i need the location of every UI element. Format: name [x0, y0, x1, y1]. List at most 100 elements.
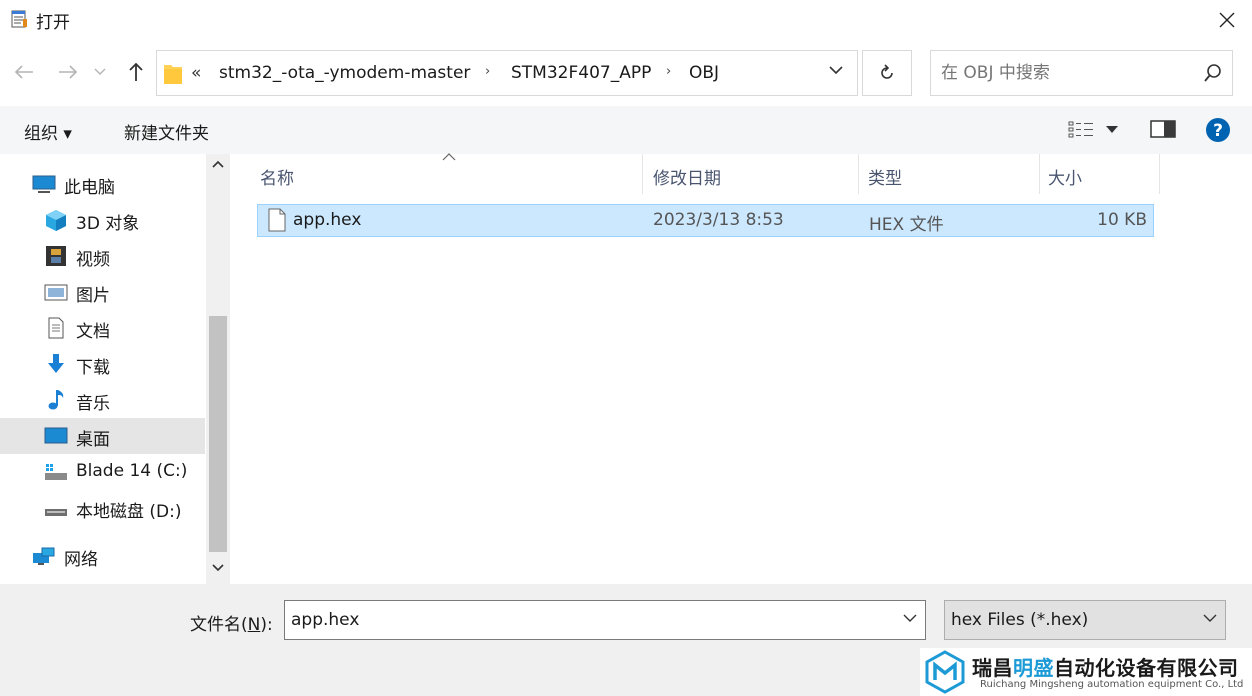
navigation-pane: 此电脑 3D 对象 视频 图片 文档 下载 音乐 桌面 Blade 14 (C:… — [0, 154, 230, 584]
refresh-icon — [881, 64, 893, 79]
watermark-company-name-en: Ruichang Mingsheng automation equipment … — [980, 679, 1244, 690]
organize-menu[interactable]: 组织 ▾ — [24, 119, 72, 144]
chevron-down-icon — [1203, 614, 1217, 622]
navigation-bar: « stm32_-ota_-ymodem-master › STM32F407_… — [0, 46, 1252, 98]
refresh-button[interactable] — [862, 50, 912, 96]
column-divider[interactable] — [1159, 154, 1160, 194]
column-divider[interactable] — [1039, 154, 1040, 194]
new-folder-button[interactable]: 新建文件夹 — [124, 119, 209, 144]
column-header-type[interactable]: 类型 — [868, 164, 902, 189]
company-logo-icon — [925, 650, 965, 694]
sidebar-item-label: 下载 — [76, 358, 110, 378]
watermark: 瑞昌明盛自动化设备有限公司 Ruichang Mingsheng automat… — [920, 648, 1252, 696]
system-drive-icon — [45, 464, 67, 480]
column-divider[interactable] — [642, 154, 643, 194]
recent-locations-button[interactable] — [92, 60, 108, 84]
arrow-up-icon — [129, 62, 143, 81]
filename-label: 文件名(N): — [190, 615, 273, 635]
sidebar-item-this-pc[interactable]: 此电脑 — [0, 166, 205, 202]
sidebar-item-drive-c[interactable]: Blade 14 (C:) — [0, 454, 205, 490]
column-header-modified[interactable]: 修改日期 — [653, 164, 721, 189]
sidebar-item-desktop[interactable]: 桌面 — [0, 418, 205, 454]
scrollbar-thumb[interactable] — [209, 316, 227, 552]
svg-text:?: ? — [1213, 121, 1223, 141]
sidebar-item-downloads[interactable]: 下载 — [0, 346, 205, 382]
column-header-size[interactable]: 大小 — [1048, 164, 1082, 189]
network-icon — [33, 547, 55, 565]
file-list: 名称 修改日期 类型 大小 app.hex 2023/3/13 8:53 HEX… — [230, 153, 1252, 584]
search-box[interactable] — [930, 50, 1233, 96]
chevron-down-icon[interactable] — [903, 613, 917, 623]
chevron-down-icon[interactable] — [212, 564, 224, 572]
sidebar-item-documents[interactable]: 文档 — [0, 310, 205, 346]
arrow-left-icon — [14, 65, 33, 79]
breadcrumb-separator-icon[interactable]: › — [485, 64, 490, 79]
file-type: HEX 文件 — [869, 215, 944, 235]
drive-icon — [45, 509, 67, 516]
sidebar-item-pictures[interactable]: 图片 — [0, 274, 205, 310]
forward-button[interactable] — [56, 60, 80, 84]
desktop-icon — [44, 427, 68, 444]
sidebar-item-label: 音乐 — [76, 394, 110, 414]
preview-pane-icon[interactable] — [1150, 119, 1176, 139]
column-header-name[interactable]: 名称 — [260, 164, 294, 189]
folder-icon — [164, 65, 182, 84]
caret-down-icon[interactable] — [1106, 126, 1118, 134]
window-title: 打开 — [36, 13, 70, 33]
file-name: app.hex — [293, 210, 362, 230]
close-icon[interactable] — [1214, 7, 1240, 33]
sidebar-scrollbar[interactable] — [206, 154, 230, 584]
chevron-up-icon[interactable] — [212, 160, 224, 168]
address-bar[interactable]: « stm32_-ota_-ymodem-master › STM32F407_… — [156, 50, 858, 96]
sidebar-item-label: 桌面 — [76, 430, 110, 450]
sort-ascending-icon — [442, 153, 456, 161]
sidebar-item-network[interactable]: 网络 — [0, 538, 205, 574]
help-icon[interactable]: ? — [1205, 117, 1231, 143]
command-toolbar: 组织 ▾ 新建文件夹 ? — [0, 106, 1252, 154]
chevron-down-icon — [94, 68, 106, 75]
notepad-app-icon — [11, 10, 27, 28]
breadcrumb-item[interactable]: STM32F407_APP — [511, 63, 651, 83]
search-input[interactable] — [941, 61, 1191, 85]
document-icon — [48, 317, 64, 339]
filetype-value: hex Files (*.hex) — [951, 610, 1089, 630]
sidebar-item-3d-objects[interactable]: 3D 对象 — [0, 202, 205, 238]
filename-value: app.hex — [291, 610, 360, 630]
file-icon — [268, 208, 286, 232]
sidebar-item-drive-d[interactable]: 本地磁盘 (D:) — [0, 490, 205, 526]
file-row[interactable]: app.hex 2023/3/13 8:53 HEX 文件 10 KB — [257, 204, 1154, 237]
breadcrumb-overflow[interactable]: « — [191, 63, 201, 83]
breadcrumb-item[interactable]: stm32_-ota_-ymodem-master — [219, 63, 470, 83]
chevron-down-icon[interactable] — [829, 65, 843, 75]
title-bar: 打开 — [0, 0, 1252, 38]
filetype-select[interactable]: hex Files (*.hex) — [944, 600, 1226, 640]
filename-input[interactable]: app.hex — [284, 600, 926, 640]
column-divider[interactable] — [858, 154, 859, 194]
sidebar-item-label: 视频 — [76, 250, 110, 270]
computer-icon — [32, 175, 56, 193]
watermark-company-name: 瑞昌明盛自动化设备有限公司 — [972, 656, 1239, 680]
sidebar-item-label: 本地磁盘 (D:) — [76, 502, 182, 522]
sidebar-item-label: 图片 — [76, 286, 110, 306]
file-modified: 2023/3/13 8:53 — [653, 210, 784, 230]
breadcrumb-item[interactable]: OBJ — [689, 63, 719, 83]
music-note-icon — [48, 390, 64, 410]
film-icon — [46, 246, 66, 266]
sidebar-item-label: Blade 14 (C:) — [76, 461, 188, 481]
sidebar-item-label: 3D 对象 — [76, 214, 140, 234]
sidebar-item-videos[interactable]: 视频 — [0, 238, 205, 274]
breadcrumb-separator-icon[interactable]: › — [666, 64, 671, 79]
download-arrow-icon — [48, 354, 64, 373]
sidebar-item-label: 此电脑 — [64, 178, 115, 198]
search-icon[interactable] — [1203, 63, 1223, 83]
sidebar-item-label: 网络 — [64, 550, 98, 570]
arrow-right-icon — [59, 65, 78, 79]
sidebar-item-music[interactable]: 音乐 — [0, 382, 205, 418]
view-details-icon[interactable] — [1068, 120, 1094, 140]
back-button[interactable] — [12, 60, 36, 84]
picture-icon — [44, 284, 68, 301]
file-size: 10 KB — [1097, 210, 1147, 230]
sidebar-item-label: 文档 — [76, 322, 110, 342]
cube-icon — [46, 210, 66, 231]
up-button[interactable] — [124, 60, 148, 84]
